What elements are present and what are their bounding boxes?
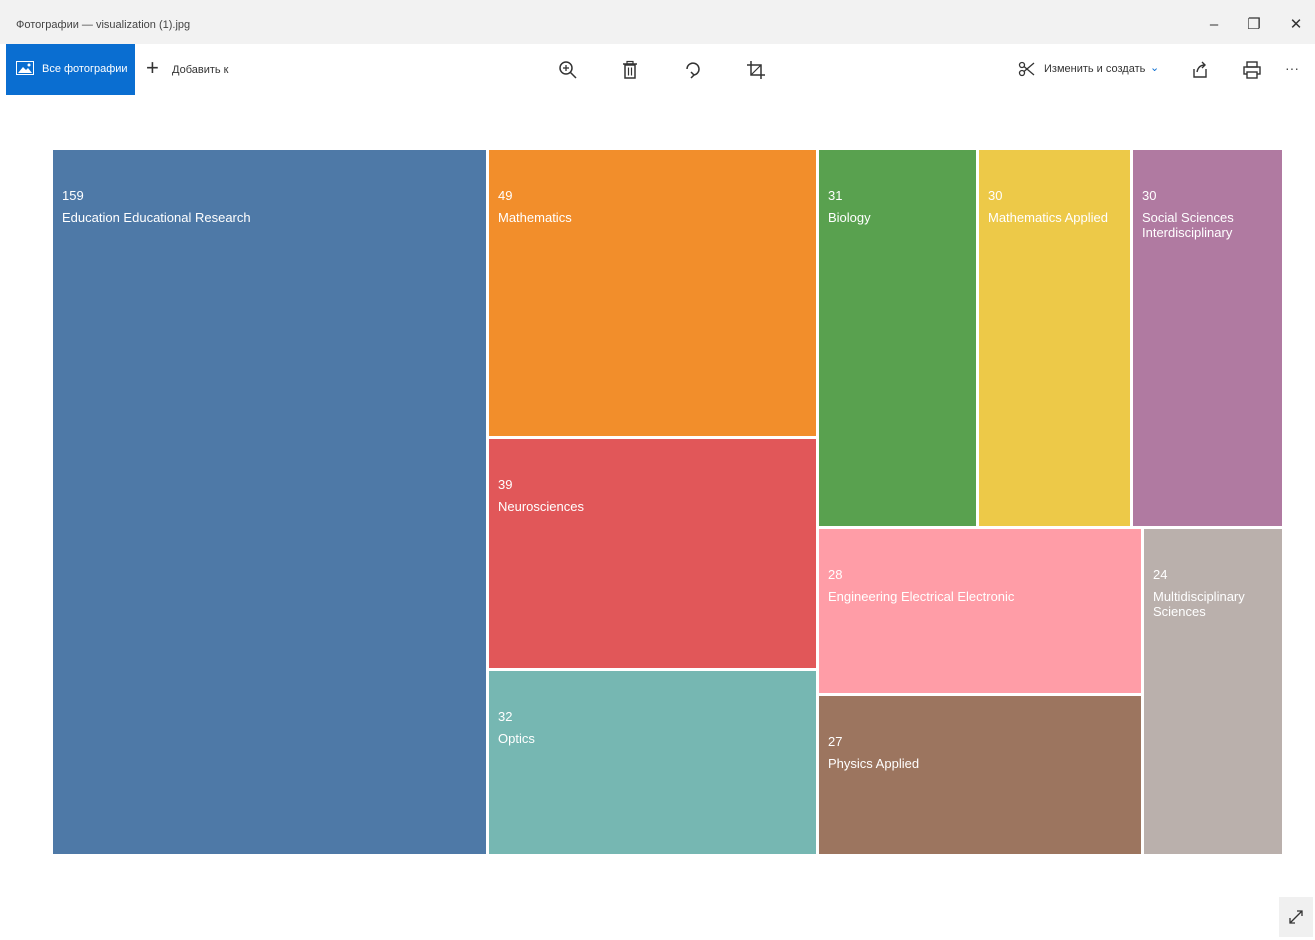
rotate-button[interactable] [677,54,709,86]
treemap-cell: 32 Optics [489,671,819,857]
treemap-cell-label: Optics [498,731,535,746]
treemap-cell-value: 24 [1153,567,1168,582]
window-title: Фотографии — visualization (1).jpg [16,19,191,31]
treemap-cell-value: 30 [1142,188,1157,203]
share-button[interactable] [1184,54,1216,86]
delete-icon [623,60,637,79]
treemap-cell: 27 Physics Applied [819,696,1144,857]
treemap-cell-label: Mathematics Applied [988,210,1108,225]
treemap-cell: 24 Multidisciplinary Sciences [1144,529,1285,857]
treemap-chart: 159 Education Educational Research 49 Mathe… [53,150,1285,857]
treemap-cell-value: 32 [498,709,513,724]
add-to-label: Добавить к [172,64,229,76]
all-photos-label: Все фотографии [42,63,128,75]
title-bar: Фотографии — visualization (1).jpg – ❐ ✕ [0,0,1315,44]
plus-icon: + [146,55,159,80]
treemap-cell: 30 Mathematics Applied [979,150,1133,529]
edit-create-icon [1018,61,1035,77]
delete-button[interactable] [614,54,646,86]
close-button[interactable]: ✕ [1282,12,1310,38]
edit-create-label: Изменить и создать [1044,63,1146,75]
chevron-down-icon: ⌄ [1150,62,1160,74]
fullscreen-button[interactable] [1279,897,1313,937]
image-icon [16,61,34,75]
treemap-cell-value: 27 [828,734,843,749]
treemap-cell-label: Physics Applied [828,756,920,771]
minimize-button[interactable]: – [1200,12,1228,38]
treemap-cell-label: Mathematics [498,210,572,225]
treemap-cell-label: Neurosciences [498,499,584,514]
treemap-cell-value: 30 [988,188,1003,203]
treemap-cell: 39 Neurosciences [489,439,819,671]
maximize-button[interactable]: ❐ [1240,12,1268,38]
treemap-cell: 28 Engineering Electrical Electronic [819,529,1144,696]
treemap-cell-label: Biology [828,210,871,225]
print-button[interactable] [1236,54,1268,86]
crop-icon [747,61,765,79]
zoom-button[interactable] [552,54,584,86]
treemap-cell: 31 Biology [819,150,979,529]
treemap-cell: 49 Mathematics [489,150,819,439]
all-photos-button[interactable]: Все фотографии [6,44,135,95]
crop-button[interactable] [740,54,772,86]
treemap-cell: 159 Education Educational Research [53,150,489,857]
treemap-cell-value: 28 [828,567,843,582]
treemap-cell-value: 49 [498,188,513,203]
treemap-cell-label: Social Sciences Interdisciplinary [1142,210,1234,240]
treemap-cell-label: Multidisciplinary Sciences [1153,589,1245,619]
print-icon [1243,61,1261,79]
treemap-cell-value: 39 [498,477,513,492]
treemap-cell-value: 159 [62,188,84,203]
treemap-cell: 30 Social Sciences Interdisciplinary [1133,150,1285,529]
more-icon: ··· [1285,60,1299,76]
treemap-cell-label: Education Educational Research [62,210,251,225]
zoom-icon [559,61,577,79]
share-icon [1193,61,1207,78]
more-button[interactable]: ··· [1280,54,1310,86]
rotate-icon [686,62,700,79]
treemap-cell-label: Engineering Electrical Electronic [828,589,1015,604]
toolbar: Все фотографии + Добавить к Изменить и с… [0,44,1315,96]
expand-icon [1289,910,1303,924]
treemap-cell-value: 31 [828,188,843,203]
